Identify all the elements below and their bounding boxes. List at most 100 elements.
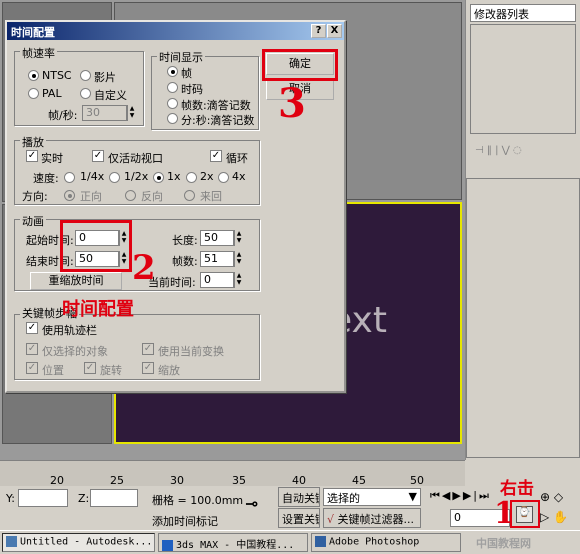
taskbar-item-photoshop[interactable]: Adobe Photoshop bbox=[311, 533, 461, 552]
add-time-tag-label[interactable]: 添加时间标记 bbox=[152, 513, 218, 529]
stack-toolbar-icons[interactable]: ⊣ ‖ | ⋁ ◌ bbox=[475, 145, 575, 161]
zoom-pan-icons[interactable]: ▷ ✋ bbox=[540, 510, 568, 524]
y-label: Y: bbox=[6, 492, 15, 505]
length-label: 长度: bbox=[172, 234, 198, 247]
film-label: 影片 bbox=[94, 71, 116, 84]
watermark: 中国教程网 bbox=[476, 537, 531, 550]
speed-quarter-label: 1/4x bbox=[80, 170, 105, 183]
photoshop-icon bbox=[315, 536, 326, 547]
navigation-icons[interactable]: ⊕ ◇ bbox=[540, 490, 563, 504]
time-display-label: 时间显示 bbox=[157, 49, 205, 65]
key-icon[interactable]: ⊸ bbox=[245, 494, 258, 513]
radio-frame-ticks[interactable] bbox=[167, 98, 178, 109]
selected-only-label: 仅选择的对象 bbox=[42, 345, 108, 358]
dialog-title: 时间配置 bbox=[7, 22, 344, 40]
ping-pong-label: 来回 bbox=[200, 190, 222, 203]
reverse-label: 反向 bbox=[141, 190, 163, 203]
ntsc-label: NTSC bbox=[42, 69, 72, 82]
modifier-list-box bbox=[470, 24, 576, 134]
highlight-time-fields bbox=[60, 220, 132, 272]
taskbar-item-browser[interactable]: 3ds MAX - 中国教程... bbox=[158, 533, 308, 552]
modifier-stack-box bbox=[466, 178, 580, 458]
key-filter-button[interactable]: √ 关键帧过滤器... bbox=[323, 508, 421, 528]
scale-checkbox: ✓ bbox=[142, 362, 154, 374]
radio-speed-half[interactable] bbox=[109, 172, 120, 183]
rotation-checkbox: ✓ bbox=[84, 362, 96, 374]
position-checkbox: ✓ bbox=[26, 362, 38, 374]
use-current-checkbox: ✓ bbox=[142, 343, 154, 355]
taskbar-item-label: Adobe Photoshop bbox=[329, 536, 420, 548]
radio-frames[interactable] bbox=[167, 66, 178, 77]
frame-count-spinner[interactable]: ▲ ▼ bbox=[234, 251, 243, 267]
annotation-2: 2 bbox=[132, 248, 156, 288]
active-viewport-checkbox[interactable]: ✓ bbox=[92, 150, 104, 162]
annotation-right-click: 右击 bbox=[500, 479, 534, 499]
auto-key-button[interactable]: 自动关键帧 bbox=[278, 487, 320, 507]
pal-label: PAL bbox=[42, 87, 62, 100]
key-filter-icon: √ bbox=[327, 513, 335, 526]
position-label: 位置 bbox=[42, 364, 64, 377]
current-time-field[interactable]: 0 bbox=[200, 272, 234, 288]
realtime-checkbox[interactable]: ✓ bbox=[26, 150, 38, 162]
taskbar-item-label: Untitled - Autodesk... bbox=[20, 536, 153, 548]
direction-label: 方向: bbox=[22, 190, 48, 203]
radio-speed-2x[interactable] bbox=[186, 172, 197, 183]
speed-1x-label: 1x bbox=[167, 170, 181, 183]
speed-4x-label: 4x bbox=[232, 170, 246, 183]
loop-label: 循环 bbox=[226, 152, 248, 165]
highlight-ok bbox=[262, 49, 338, 81]
use-current-label: 使用当前变换 bbox=[158, 345, 224, 358]
key-selection-dropdown[interactable]: 选择的 ▼ bbox=[323, 488, 421, 506]
use-trackbar-checkbox[interactable]: ✓ bbox=[26, 322, 38, 334]
use-trackbar-label: 使用轨迹栏 bbox=[42, 324, 97, 337]
key-filter-label: 关键帧过滤器... bbox=[337, 513, 415, 526]
radio-pal[interactable] bbox=[28, 88, 39, 99]
max-app-icon bbox=[6, 536, 17, 547]
chevron-down-icon: ▼ bbox=[408, 490, 417, 503]
smpte-label: 时码 bbox=[181, 83, 203, 96]
rescale-time-button[interactable]: 重缩放时间 bbox=[30, 272, 122, 290]
length-spinner[interactable]: ▲ ▼ bbox=[234, 230, 243, 246]
frame-count-field[interactable]: 51 bbox=[200, 251, 234, 267]
frame-ticks-label: 帧数:滴答记数 bbox=[181, 99, 251, 112]
z-coordinate-field[interactable] bbox=[90, 489, 138, 507]
annotation-time-config: 时间配置 bbox=[62, 299, 134, 320]
radio-speed-1x[interactable] bbox=[153, 172, 164, 183]
modifier-list-dropdown[interactable]: 修改器列表 bbox=[470, 4, 576, 22]
scale-label: 缩放 bbox=[158, 364, 180, 377]
radio-ntsc[interactable] bbox=[28, 70, 39, 81]
speed-label: 速度: bbox=[33, 172, 59, 185]
radio-mm-ss-ticks[interactable] bbox=[167, 113, 178, 124]
taskbar-item-max[interactable]: Untitled - Autodesk... bbox=[2, 533, 155, 552]
playback-controls[interactable]: ⏮◀▶▶|⏭ bbox=[430, 489, 491, 503]
fps-field: 30 bbox=[82, 105, 127, 121]
radio-forward bbox=[64, 190, 75, 201]
active-viewport-label: 仅活动视口 bbox=[108, 152, 163, 165]
set-key-button[interactable]: 设置关键帧 bbox=[278, 508, 320, 528]
grid-label: 栅格 = 100.0mm bbox=[152, 494, 244, 507]
realtime-label: 实时 bbox=[41, 152, 63, 165]
loop-checkbox[interactable]: ✓ bbox=[210, 150, 222, 162]
frames-label: 帧 bbox=[181, 67, 192, 80]
custom-label: 自定义 bbox=[94, 89, 127, 102]
radio-smpte[interactable] bbox=[167, 82, 178, 93]
radio-speed-quarter[interactable] bbox=[64, 172, 75, 183]
fps-spinner: ▲ ▼ bbox=[127, 105, 136, 121]
browser-icon bbox=[162, 539, 173, 551]
radio-film[interactable] bbox=[80, 70, 91, 81]
radio-custom[interactable] bbox=[80, 88, 91, 99]
frame-rate-label: 帧速率 bbox=[20, 45, 57, 61]
taskbar-item-label: 3ds MAX - 中国教程... bbox=[176, 540, 295, 551]
radio-ping-pong bbox=[184, 190, 195, 201]
playback-label: 播放 bbox=[20, 134, 46, 150]
current-time-spinner[interactable]: ▲ ▼ bbox=[234, 272, 243, 288]
close-button[interactable]: X bbox=[327, 24, 342, 38]
annotation-3: 3 bbox=[278, 80, 306, 127]
help-button[interactable]: ? bbox=[311, 24, 326, 38]
radio-speed-4x[interactable] bbox=[218, 172, 229, 183]
y-coordinate-field[interactable] bbox=[18, 489, 68, 507]
speed-half-label: 1/2x bbox=[124, 170, 149, 183]
selected-only-checkbox: ✓ bbox=[26, 343, 38, 355]
length-field[interactable]: 50 bbox=[200, 230, 234, 246]
frame-count-label: 帧数: bbox=[172, 255, 198, 268]
